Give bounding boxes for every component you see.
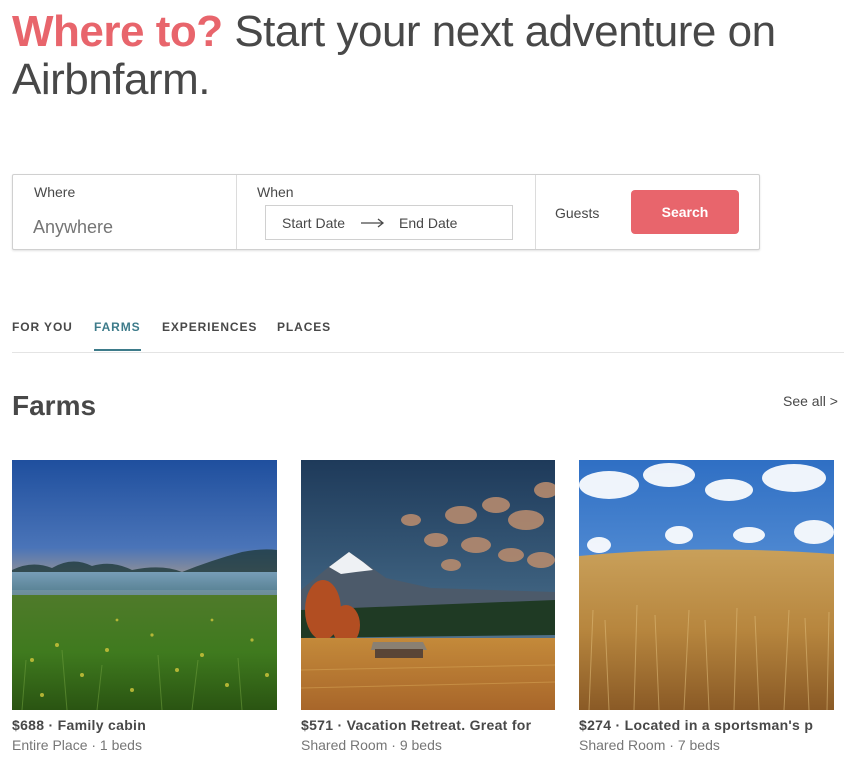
start-date-input[interactable]: Start Date [282,215,345,231]
listing-title: $274 · Located in a sportsman's p [579,717,814,733]
date-range-picker[interactable]: Start Date End Date [265,205,513,240]
hero-heading: Where to? Start your next adventure on A… [12,8,852,104]
end-date-input[interactable]: End Date [399,215,457,231]
listing-subtitle: Shared Room · 7 beds [579,737,720,753]
when-field: When Start Date End Date [237,175,536,249]
guests-selector[interactable]: Guests [555,205,599,221]
listing-subtitle: Shared Room · 9 beds [301,737,442,753]
listing-image[interactable] [301,460,555,710]
search-button[interactable]: Search [631,190,739,234]
listing-card[interactable]: $571 · Vacation Retreat. Great for Share… [301,460,555,753]
tab-farms[interactable]: FARMS [94,320,141,351]
listing-title: $571 · Vacation Retreat. Great for [301,717,532,733]
search-bar: Where When Start Date End Date Guests Se… [12,174,760,250]
category-tabs: FOR YOU FARMS EXPERIENCES PLACES [12,318,844,353]
hero-accent: Where to? [12,7,223,56]
where-field[interactable]: Where [13,175,237,249]
listing-image[interactable] [12,460,277,710]
where-label: Where [34,184,76,200]
where-input[interactable] [33,215,223,239]
listing-title: $688 · Family cabin [12,717,147,733]
listing-subtitle: Entire Place · 1 beds [12,737,142,753]
listing-image[interactable] [579,460,834,710]
tab-places[interactable]: PLACES [277,320,331,351]
tab-for-you[interactable]: FOR YOU [12,320,73,351]
arrow-right-icon [361,217,385,228]
tab-experiences[interactable]: EXPERIENCES [162,320,257,351]
listing-card[interactable]: $688 · Family cabin Entire Place · 1 bed… [12,460,277,753]
when-label: When [257,184,294,200]
listing-card[interactable]: $274 · Located in a sportsman's p Shared… [579,460,834,753]
see-all-link[interactable]: See all > [783,393,838,409]
section-title: Farms [12,390,97,421]
